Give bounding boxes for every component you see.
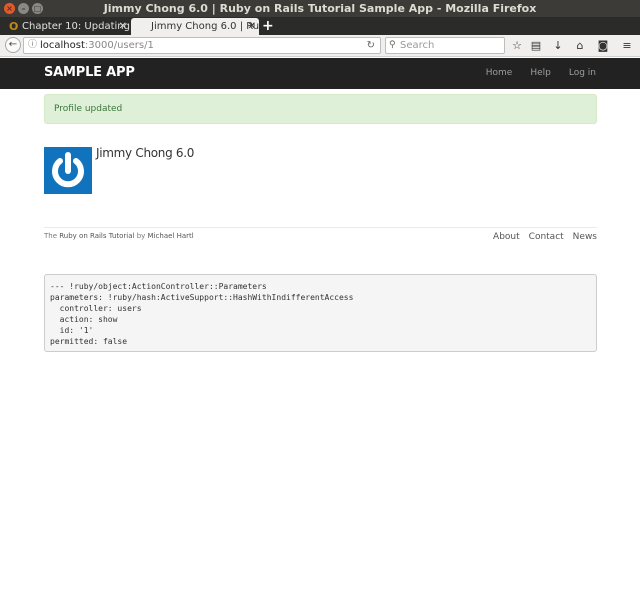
window-titlebar: × – □ Jimmy Chong 6.0 | Ruby on Rails Tu… (0, 0, 640, 17)
page-footer: The Ruby on Rails Tutorial by Michael Ha… (44, 227, 597, 247)
nav-help-link[interactable]: Help (530, 68, 551, 78)
footer-news-link[interactable]: News (573, 232, 597, 242)
app-logo[interactable]: SAMPLE APP (44, 65, 135, 80)
back-button[interactable]: ← (5, 37, 21, 53)
gravatar-avatar[interactable] (44, 147, 92, 194)
footer-nav: About Contact News (493, 232, 597, 242)
menu-icon[interactable]: ≡ (620, 38, 634, 54)
debug-line: --- !ruby/object:ActionController::Param… (50, 282, 267, 291)
author-link[interactable]: Michael Hartl (148, 232, 194, 240)
url-host: localhost (40, 40, 85, 51)
debug-line: permitted: false (50, 337, 128, 346)
url-path: :3000/users/1 (84, 40, 154, 51)
app-header: SAMPLE APP Home Help Log in (0, 58, 640, 89)
gravatar-power-icon (52, 152, 84, 188)
flash-success: Profile updated (44, 94, 597, 124)
tab-strip: O Chapter 10: Updating, ✕ Jimmy Chong 6.… (0, 17, 640, 35)
nav-home-link[interactable]: Home (486, 68, 513, 78)
debug-params: --- !ruby/object:ActionController::Param… (44, 274, 597, 352)
nav-login-link[interactable]: Log in (569, 68, 596, 78)
bookmark-star-icon[interactable]: ☆ (510, 38, 524, 54)
search-input[interactable]: ⚲ Search (385, 37, 505, 54)
credit-mid: by (134, 232, 148, 240)
tab-chapter-10[interactable]: O Chapter 10: Updating, ✕ (2, 18, 130, 35)
debug-line: action: show (50, 315, 118, 324)
search-placeholder: Search (400, 40, 435, 51)
tab-label: Chapter 10: Updating, (22, 21, 130, 32)
url-text: localhost:3000/users/1 (40, 38, 154, 53)
debug-line: parameters: !ruby/hash:ActiveSupport::Ha… (50, 293, 354, 302)
home-icon[interactable]: ⌂ (573, 38, 587, 54)
rails-tutorial-link[interactable]: Ruby on Rails Tutorial (59, 232, 134, 240)
debug-line: controller: users (50, 304, 142, 313)
tab-close-icon[interactable]: ✕ (119, 18, 127, 35)
reading-list-icon[interactable]: ▤ (529, 38, 543, 54)
tutorial-favicon-icon: O (9, 20, 19, 33)
credit-prefix: The (44, 232, 60, 240)
download-icon[interactable]: ↓ (551, 38, 565, 54)
reload-icon[interactable]: ↻ (367, 38, 375, 53)
pocket-icon[interactable]: ◙ (596, 38, 610, 54)
new-tab-button[interactable]: + (262, 17, 274, 35)
app-nav: Home Help Log in (486, 68, 596, 78)
debug-line: id: '1' (50, 326, 94, 335)
footer-contact-link[interactable]: Contact (529, 232, 564, 242)
url-bar[interactable]: ⓘ localhost:3000/users/1 ↻ (23, 37, 381, 54)
browser-toolbar: ← ⓘ localhost:3000/users/1 ↻ ⚲ Search ☆ … (0, 35, 640, 57)
footer-about-link[interactable]: About (493, 232, 520, 242)
profile-name: Jimmy Chong 6.0 (96, 146, 195, 160)
footer-credit: The Ruby on Rails Tutorial by Michael Ha… (44, 232, 194, 240)
search-icon: ⚲ (389, 40, 396, 50)
tab-close-icon[interactable]: ✕ (248, 18, 256, 35)
tab-label: Jimmy Chong 6.0 | Ruby on (151, 21, 259, 32)
window-title: Jimmy Chong 6.0 | Ruby on Rails Tutorial… (103, 2, 537, 15)
tab-user-profile[interactable]: Jimmy Chong 6.0 | Ruby on ✕ (131, 18, 259, 35)
info-icon[interactable]: ⓘ (28, 38, 37, 53)
